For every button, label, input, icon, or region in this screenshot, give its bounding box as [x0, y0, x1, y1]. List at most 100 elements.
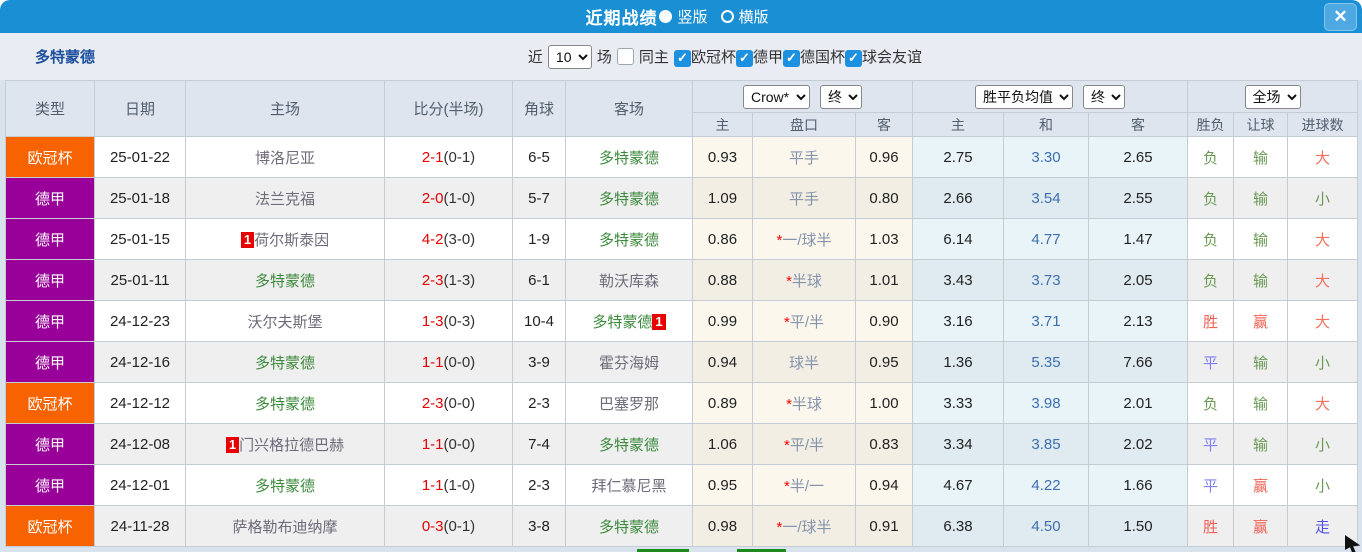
odds-home: 1.09 — [692, 177, 753, 219]
home-team: 博洛尼亚 — [185, 136, 385, 178]
score-cell: 2-3(0-0) — [384, 382, 513, 424]
result-outcome: 负 — [1187, 218, 1235, 260]
match-date: 25-01-11 — [94, 259, 186, 301]
avg-away-win: 1.66 — [1087, 464, 1189, 506]
fulltime-score: 0-3 — [421, 517, 444, 535]
away-team: 多特蒙德 — [565, 177, 693, 219]
handicap-outcome: 输 — [1233, 423, 1289, 465]
league-label: 欧冠杯 — [690, 49, 736, 66]
match-row: 德甲 25-01-15 1 荷尔斯泰因 4-2(3-0) 1-9 多特蒙德 0.86 *一/球半… — [5, 218, 1359, 260]
league-type-badge: 德甲 — [5, 177, 95, 219]
corner-count: 3-8 — [512, 505, 566, 547]
home-team: 法兰克福 — [185, 177, 385, 219]
halftime-score: (3-0) — [443, 230, 476, 248]
odds-away: 0.95 — [855, 341, 913, 383]
col-header-away: 客场 — [565, 80, 693, 137]
corner-count: 2-3 — [512, 464, 566, 506]
fulltime-score: 1-1 — [421, 435, 444, 453]
red-card-badge: 1 — [225, 436, 240, 453]
odds-away: 0.90 — [855, 300, 913, 342]
handicap-line: 球半 — [752, 341, 856, 383]
handicap-line: *一/球半 — [752, 218, 856, 260]
avg-draw: 5.35 — [1003, 341, 1089, 383]
handicap-line: *平/半 — [752, 300, 856, 342]
corner-count: 10-4 — [512, 300, 566, 342]
handicap-outcome: 赢 — [1233, 464, 1289, 506]
handicap-text: 球半 — [788, 354, 819, 372]
subheader-5: 客 — [1087, 112, 1189, 137]
subheader-2: 客 — [855, 112, 913, 137]
horizontal-layout-radio[interactable] — [720, 10, 734, 23]
corner-count: 6-1 — [512, 259, 566, 301]
subheader-0: 主 — [692, 112, 753, 137]
close-icon[interactable]: ✕ — [1324, 3, 1357, 31]
vertical-layout-radio[interactable] — [659, 10, 673, 23]
handicap-text: 平/半 — [789, 313, 824, 331]
odds-away: 0.91 — [855, 505, 913, 547]
home-team-name: 法兰克福 — [254, 190, 315, 208]
recent-label: 近 — [527, 49, 543, 66]
same-home-checkbox[interactable] — [616, 48, 634, 65]
corner-count: 6-5 — [512, 136, 566, 178]
league-checkbox[interactable]: ✓ — [673, 49, 691, 67]
home-team-name: 多特蒙德 — [254, 354, 315, 372]
league-type-badge: 德甲 — [5, 300, 95, 342]
col-header-type: 类型 — [5, 80, 95, 137]
match-date: 25-01-15 — [94, 218, 186, 260]
match-row: 欧冠杯 24-11-28 萨格勒布迪纳摩 0-3(0-1) 3-8 多特蒙德 0.98 *一/… — [5, 505, 1359, 547]
home-team: 1 荷尔斯泰因 — [185, 218, 385, 260]
score-cell: 4-2(3-0) — [384, 218, 513, 260]
score-cell: 1-3(0-3) — [384, 300, 513, 342]
handicap-line: *半/一 — [752, 464, 856, 506]
red-card-badge: 1 — [652, 313, 666, 330]
goals-outcome: 大 — [1287, 259, 1359, 301]
match-history-table: 类型 日期 主场 比分(半场) 角球 客场 Crow* 终 胜平负均值 终 全场… — [5, 80, 1359, 547]
halftime-score: (0-0) — [443, 394, 476, 412]
avg-away-win: 1.47 — [1087, 218, 1189, 260]
league-checkbox[interactable]: ✓ — [735, 49, 753, 67]
match-date: 24-12-16 — [94, 341, 186, 383]
score-cell: 1-1(0-0) — [384, 423, 513, 465]
league-checkbox[interactable]: ✓ — [844, 49, 862, 67]
result-outcome: 负 — [1187, 136, 1235, 178]
league-label: 德国杯 — [799, 49, 845, 66]
handicap-text: 一/球半 — [782, 518, 832, 536]
result-outcome: 负 — [1187, 259, 1235, 301]
match-date: 24-12-01 — [94, 464, 186, 506]
avg-type-select[interactable]: 胜平负均值 — [975, 84, 1073, 109]
goals-outcome: 大 — [1287, 382, 1359, 424]
recent-count-select[interactable]: 10 — [547, 44, 592, 69]
league-label: 球会友谊 — [861, 49, 922, 66]
away-team: 多特蒙德 1 — [565, 300, 693, 342]
home-team-name: 多特蒙德 — [254, 272, 315, 290]
odds-home: 0.86 — [692, 218, 753, 260]
odds-away: 1.01 — [855, 259, 913, 301]
handicap-outcome: 输 — [1233, 177, 1289, 219]
odds-company-select[interactable]: Crow* — [743, 84, 810, 109]
avg-draw: 3.71 — [1003, 300, 1089, 342]
away-team: 勒沃库森 — [565, 259, 693, 301]
avg-away-win: 2.65 — [1087, 136, 1189, 178]
odds-time-select-2[interactable]: 终 — [1083, 84, 1125, 109]
home-team: 多特蒙德 — [185, 464, 385, 506]
halftime-score: (1-0) — [443, 476, 476, 494]
avg-away-win: 2.13 — [1087, 300, 1189, 342]
scope-select[interactable]: 全场 — [1244, 84, 1301, 109]
odds-home: 1.06 — [692, 423, 753, 465]
league-type-badge: 德甲 — [5, 464, 95, 506]
odds-time-select-1[interactable]: 终 — [820, 84, 862, 109]
vertical-layout-label: 竖版 — [677, 9, 708, 26]
avg-draw: 4.50 — [1003, 505, 1089, 547]
home-team-name: 门兴格拉德巴赫 — [239, 436, 345, 454]
away-team: 拜仁慕尼黑 — [565, 464, 693, 506]
goals-outcome: 小 — [1287, 341, 1359, 383]
goals-outcome: 大 — [1287, 300, 1359, 342]
home-team-name: 多特蒙德 — [254, 477, 315, 495]
dialog-titlebar: 近期战绩 竖版 横版 ✕ — [0, 0, 1362, 33]
avg-home-win: 4.67 — [912, 464, 1004, 506]
odds-home: 0.98 — [692, 505, 753, 547]
league-checkbox[interactable]: ✓ — [782, 49, 800, 67]
away-team-name: 多特蒙德 — [598, 436, 659, 454]
horizontal-layout-label: 横版 — [738, 9, 769, 26]
halftime-score: (0-3) — [443, 312, 476, 330]
